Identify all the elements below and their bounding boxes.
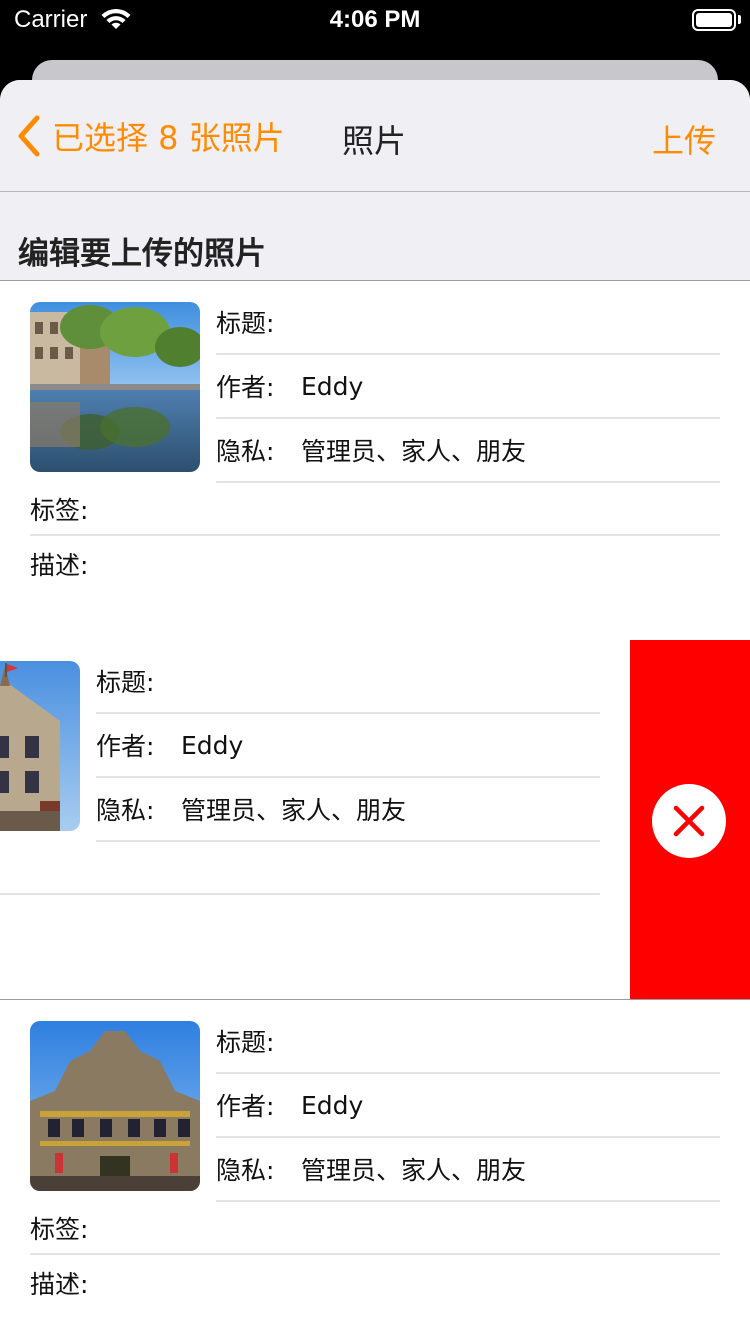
- navigation-bar: 已选择 8 张照片 照片 上传: [0, 80, 750, 192]
- author-field[interactable]: 作者: Eddy: [216, 355, 720, 419]
- status-bar: Carrier 4:06 PM: [0, 0, 750, 40]
- delete-circle: [652, 784, 726, 858]
- photo-thumbnail[interactable]: [0, 661, 80, 831]
- privacy-field[interactable]: 隐私: 管理员、家人、朋友: [96, 778, 600, 842]
- tags-field[interactable]: 标签:: [30, 1203, 720, 1255]
- section-header: 编辑要上传的照片: [0, 192, 750, 281]
- photo-cell-content: 标题: 作者: Eddy 隐私: 管理员、家人、朋友: [0, 640, 630, 1000]
- photo-cell[interactable]: 标题: 作者: Eddy 隐私: 管理员、家人、朋友: [0, 640, 630, 1000]
- privacy-value[interactable]: 管理员、家人、朋友: [301, 1151, 526, 1187]
- section-title: 编辑要上传的照片: [18, 236, 266, 272]
- privacy-label: 隐私:: [216, 437, 275, 466]
- description-label: 描述:: [30, 1270, 89, 1299]
- back-button-label: 已选择 8 张照片: [52, 119, 285, 157]
- title-field[interactable]: 标题:: [96, 650, 600, 714]
- author-value[interactable]: Eddy: [181, 731, 243, 760]
- title-field[interactable]: 标题:: [216, 291, 720, 355]
- author-label: 作者:: [216, 1092, 275, 1121]
- description-field[interactable]: 描述:: [30, 538, 720, 590]
- tags-label: 标签:: [30, 496, 89, 525]
- title-label: 标题:: [216, 309, 275, 338]
- tags-label: 标签:: [30, 1215, 89, 1244]
- author-label: 作者:: [216, 373, 275, 402]
- author-label: 作者:: [96, 732, 155, 761]
- privacy-field[interactable]: 隐私: 管理员、家人、朋友: [216, 1138, 720, 1202]
- privacy-value[interactable]: 管理员、家人、朋友: [301, 432, 526, 468]
- privacy-label: 隐私:: [216, 1156, 275, 1185]
- title-field[interactable]: 标题:: [216, 1010, 720, 1074]
- chevron-left-icon: [18, 115, 40, 157]
- privacy-value[interactable]: 管理员、家人、朋友: [181, 791, 406, 827]
- battery-cap: [738, 15, 741, 24]
- photo-cell[interactable]: 标题: 作者: Eddy 隐私: 管理员、家人、朋友 标签: 描述:: [0, 281, 750, 641]
- author-value[interactable]: Eddy: [301, 1091, 363, 1120]
- upload-button[interactable]: 上传: [652, 116, 716, 162]
- close-icon: [673, 805, 705, 837]
- author-field[interactable]: 作者: Eddy: [96, 714, 600, 778]
- privacy-field[interactable]: 隐私: 管理员、家人、朋友: [216, 419, 720, 483]
- title-label: 标题:: [216, 1028, 275, 1057]
- author-value[interactable]: Eddy: [301, 372, 363, 401]
- photo-cell-swiped[interactable]: 标题: 作者: Eddy 隐私: 管理员、家人、朋友: [0, 640, 750, 1000]
- description-label: 描述:: [30, 551, 89, 580]
- back-button[interactable]: 已选择 8 张照片: [16, 114, 285, 158]
- photo-thumbnail[interactable]: [30, 1021, 200, 1191]
- title-label: 标题:: [96, 668, 155, 697]
- description-field[interactable]: 描述:: [30, 1257, 720, 1309]
- privacy-label: 隐私:: [96, 796, 155, 825]
- delete-button[interactable]: [630, 640, 750, 1000]
- upload-sheet: 已选择 8 张照片 照片 上传 编辑要上传的照片 标题: 作者: Eddy 隐私…: [0, 80, 750, 1334]
- photo-cell[interactable]: 标题: 作者: Eddy 隐私: 管理员、家人、朋友 标签: 描述:: [0, 1000, 750, 1334]
- battery-icon: [692, 9, 736, 31]
- page-title: 照片: [342, 122, 407, 160]
- author-field[interactable]: 作者: Eddy: [216, 1074, 720, 1138]
- tags-field[interactable]: [0, 843, 600, 895]
- tags-field[interactable]: 标签:: [30, 484, 720, 536]
- clock: 4:06 PM: [329, 6, 421, 33]
- photo-thumbnail[interactable]: [30, 302, 200, 472]
